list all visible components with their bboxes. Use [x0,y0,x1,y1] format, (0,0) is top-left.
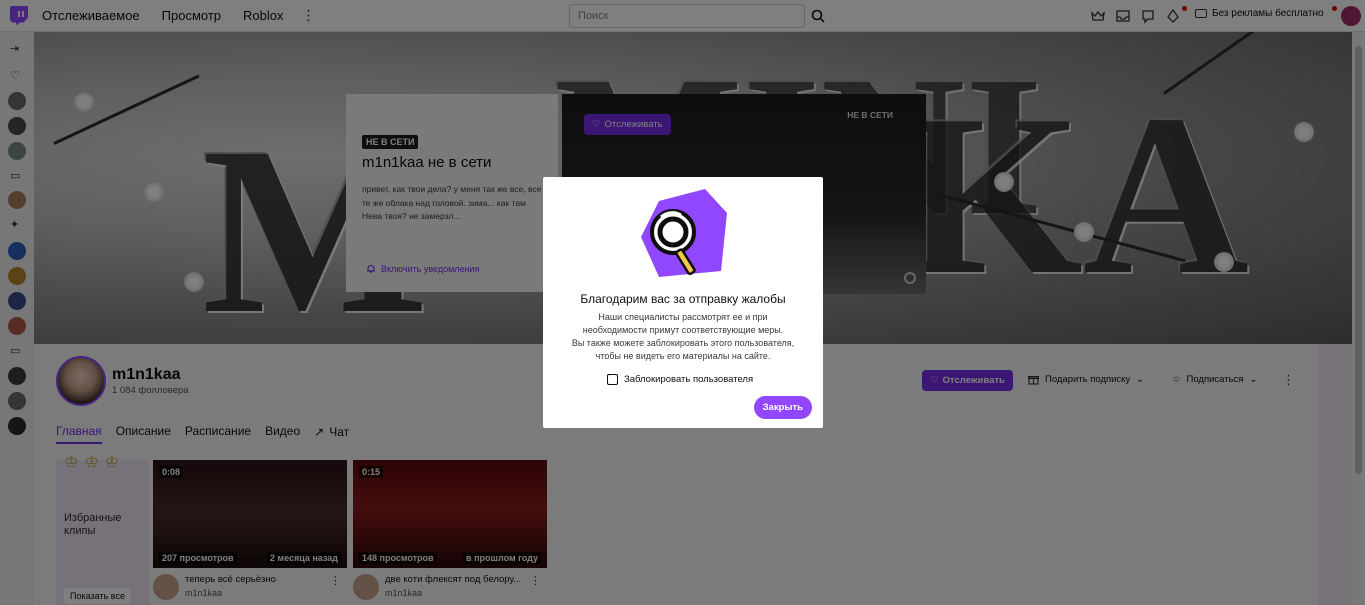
report-confirmation-dialog: Благодарим вас за отправку жалобы Наши с… [543,177,823,428]
magnifier-illustration-icon [641,189,727,277]
close-button[interactable]: Закрыть [753,396,812,419]
dialog-body-line: необходимости примут соответствующие мер… [582,325,784,336]
dialog-body-line: Вы также можете заблокировать этого поль… [571,338,795,349]
dialog-title: Благодарим вас за отправку жалобы [580,292,786,306]
checkbox-box[interactable] [607,374,618,385]
dialog-body-line: чтобы не видеть его материалы на сайте. [595,351,771,362]
dialog-body-line: Наши специалисты рассмотрят ее и при [598,312,768,322]
block-user-label[interactable]: Заблокировать пользователя [624,374,753,385]
dialog-body: Наши специалисты рассмотрят ее и при нео… [553,311,813,363]
block-user-checkbox[interactable]: Заблокировать пользователя [607,374,753,385]
